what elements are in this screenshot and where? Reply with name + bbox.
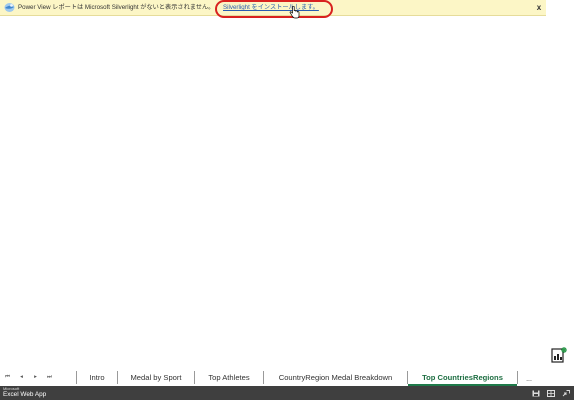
notification-message: Power View レポートは Microsoft Silverlight が… [18,4,215,11]
new-sheet-icon[interactable] [551,346,569,364]
first-sheet-button[interactable]: ⏮ [3,373,12,382]
tab-intro[interactable]: Intro [77,369,117,386]
tab-medal-by-sport[interactable]: Medal by Sport [118,369,194,386]
next-sheet-button[interactable]: ▸ [31,373,40,382]
tab-countryregion-medal-breakdown[interactable]: CountryRegion Medal Breakdown [264,369,407,386]
tab-top-athletes[interactable]: Top Athletes [195,369,263,386]
hand-cursor-icon [289,6,300,19]
normal-view-icon[interactable] [547,390,555,397]
tab-top-countriesregions[interactable]: Top CountriesRegions [408,369,517,386]
save-icon[interactable] [532,390,540,397]
install-silverlight-link[interactable]: Silverlight をインストールします。 [223,3,319,12]
close-notification-button[interactable]: x [535,2,543,13]
brand-excel-web-app: Excel Web App [3,391,47,398]
sheet-tab-bar: ⏮ ◂ ▸ ⏭ Intro Medal by Sport Top Athlete… [0,369,574,386]
previous-sheet-button[interactable]: ◂ [17,373,26,382]
more-tabs-button[interactable]: ... [517,371,541,386]
fullscreen-icon[interactable] [562,390,570,397]
last-sheet-button[interactable]: ⏭ [45,373,54,382]
silverlight-icon [4,3,15,12]
status-bar: Microsoft Excel Web App [0,386,574,400]
silverlight-notification-bar: Power View レポートは Microsoft Silverlight が… [0,0,546,16]
